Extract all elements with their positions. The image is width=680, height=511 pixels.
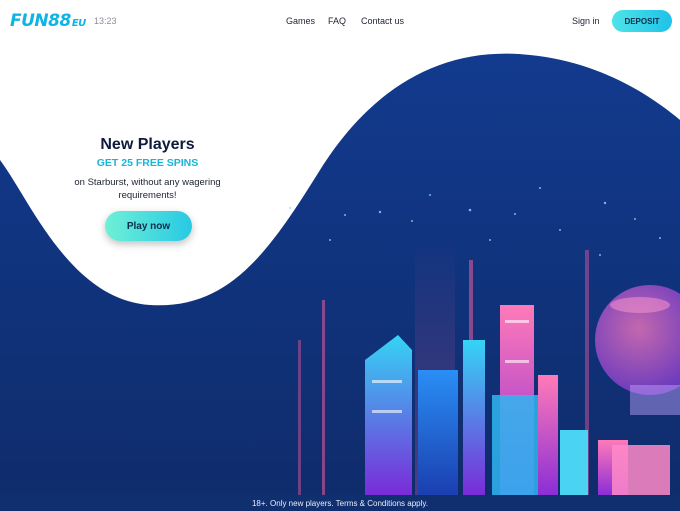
terms-footer: 18+. Only new players. Terms & Condition…	[0, 495, 680, 511]
hero-description: on Starburst, without any wagering requi…	[74, 177, 221, 201]
hero-subtitle: GET 25 FREE SPINS	[96, 157, 199, 169]
top-header: FUN88EU 13:23 Games FAQ Contact us Sign …	[0, 0, 680, 42]
sign-in-link[interactable]: Sign in	[572, 16, 600, 26]
nav-contact-us[interactable]: Contact us	[361, 16, 404, 26]
deposit-button[interactable]: DEPOSIT	[612, 10, 672, 32]
logo-suffix: EU	[71, 18, 86, 29]
nav-games[interactable]: Games	[286, 16, 315, 26]
terms-text[interactable]: 18+. Only new players. Terms & Condition…	[252, 499, 428, 508]
logo-text: FUN88	[10, 11, 71, 31]
fun88-logo[interactable]: FUN88EU	[10, 11, 86, 31]
hero-title: New Players	[100, 136, 195, 153]
clock-time: 13:23	[94, 16, 117, 26]
hero-background-illustration	[0, 53, 680, 496]
play-now-button[interactable]: Play now	[105, 211, 192, 241]
page: FUN88EU 13:23 Games FAQ Contact us Sign …	[0, 0, 680, 511]
nav-faq[interactable]: FAQ	[328, 16, 346, 26]
